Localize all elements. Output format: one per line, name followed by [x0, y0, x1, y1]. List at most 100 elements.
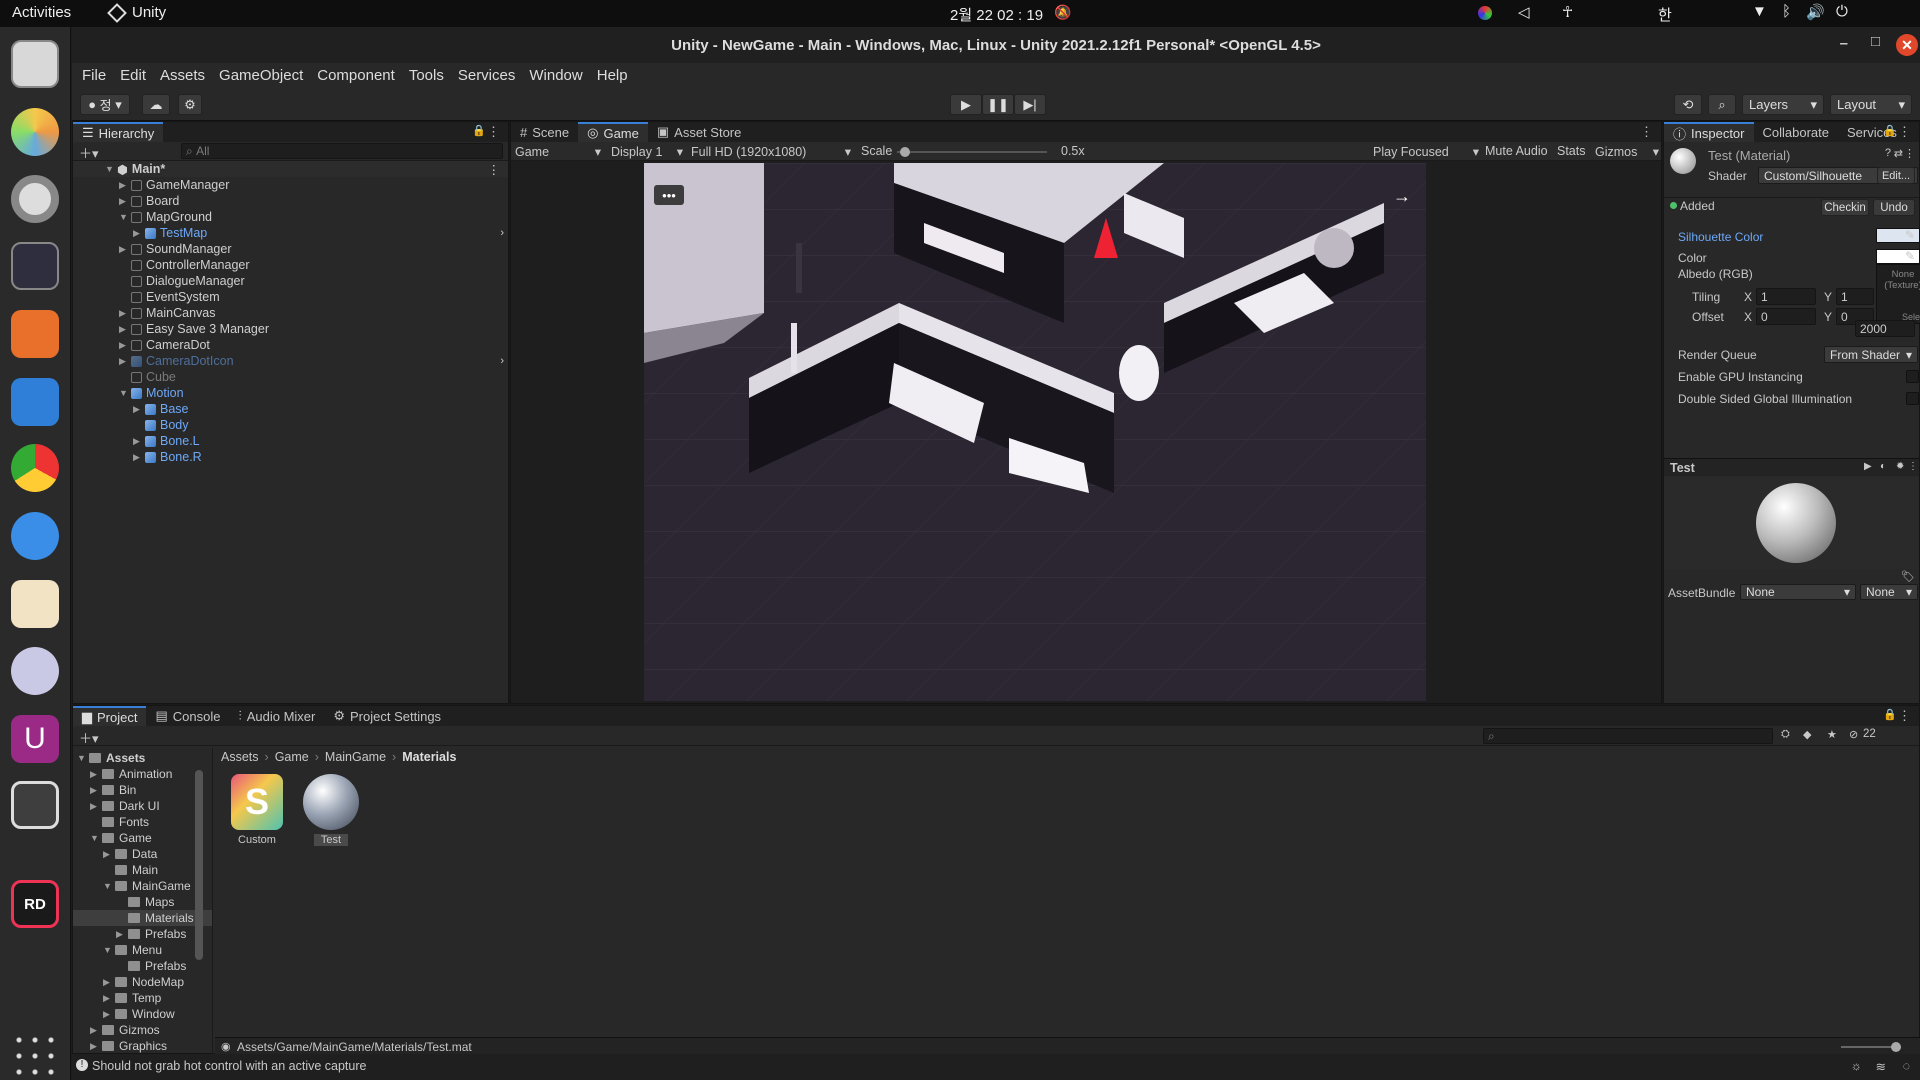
preset-icon[interactable]: ⇄ [1894, 147, 1903, 160]
breadcrumb-materials[interactable]: Materials [402, 750, 456, 764]
menu-tools[interactable]: Tools [409, 67, 444, 84]
tab-audio-mixer[interactable]: ⫶ Audio Mixer [229, 706, 324, 726]
expand-arrow-icon[interactable]: ▶ [119, 308, 131, 319]
folder-tree-item[interactable]: ▼ Game [73, 830, 212, 846]
hierarchy-item[interactable]: ▼ Motion [73, 385, 508, 401]
hierarchy-item[interactable]: EventSystem [73, 289, 508, 305]
hierarchy-item[interactable]: ControllerManager [73, 257, 508, 273]
hierarchy-item[interactable]: DialogueManager [73, 273, 508, 289]
expand-arrow-icon[interactable]: ▶ [133, 452, 145, 463]
menu-edit[interactable]: Edit [120, 67, 146, 84]
color-picker-tray-icon[interactable] [1478, 6, 1492, 20]
menu-window[interactable]: Window [529, 67, 582, 84]
material-preview[interactable] [1664, 477, 1919, 569]
expand-arrow-icon[interactable]: ▶ [103, 1009, 115, 1020]
hierarchy-item[interactable]: ▶ Bone.R [73, 449, 508, 465]
help-icon[interactable]: ? [1885, 147, 1891, 159]
open-prefab-arrow-icon[interactable]: › [500, 355, 504, 367]
edit-shader-button[interactable]: Edit... [1877, 167, 1915, 184]
settings-gear-icon[interactable] [11, 175, 59, 223]
expand-arrow-icon[interactable]: ▶ [90, 1025, 102, 1036]
folder-tree-item[interactable]: ▶ Prefabs [73, 926, 212, 942]
breadcrumb-game[interactable]: Game [275, 750, 309, 764]
folder-tree-item[interactable]: ▶ Dark UI [73, 798, 212, 814]
preview-play-icon[interactable]: ▶ [1864, 461, 1872, 472]
menu-services[interactable]: Services [458, 67, 516, 84]
layout-dropdown[interactable]: Layout ▾ [1830, 94, 1912, 115]
hierarchy-item[interactable]: Body [73, 417, 508, 433]
wifi-icon[interactable]: ▼ [1752, 3, 1767, 20]
albedo-texture-slot[interactable]: None (Texture) Select [1876, 264, 1920, 324]
expand-arrow-icon[interactable]: ▶ [119, 324, 131, 335]
expand-arrow-icon[interactable]: ▼ [105, 164, 117, 174]
folder-tree-item[interactable]: ▶ Graphics [73, 1038, 212, 1054]
maximize-icon[interactable]: □ [1871, 33, 1880, 50]
volume-icon[interactable]: 🔊 [1806, 3, 1825, 21]
offset-x-field[interactable]: 0 [1756, 308, 1816, 325]
file-manager-icon[interactable] [11, 378, 59, 426]
expand-arrow-icon[interactable]: ▶ [119, 244, 131, 255]
search-icon[interactable]: ⌕ [1708, 94, 1736, 115]
folder-tree-item[interactable]: ▶ NodeMap [73, 974, 212, 990]
double-sided-gi-checkbox[interactable] [1906, 392, 1919, 405]
folder-tree-item[interactable]: ▶ Window [73, 1006, 212, 1022]
folder-tree-item[interactable]: Main [73, 862, 212, 878]
cache-icon[interactable]: ≋ [1876, 1059, 1886, 1074]
tree-scrollbar[interactable] [195, 770, 203, 960]
folder-tree-item[interactable]: ▼ Assets [73, 750, 212, 766]
close-window-button[interactable]: ✕ [1896, 34, 1918, 56]
expand-arrow-icon[interactable]: ▼ [103, 945, 115, 955]
account-dropdown[interactable]: ● 정 ▾ [80, 94, 130, 115]
cloud-icon[interactable]: ☁ [142, 94, 170, 115]
panel-menu-icon[interactable]: ⋮ [1898, 708, 1911, 724]
drawing-app-icon[interactable] [11, 580, 59, 628]
panel-menu-icon[interactable]: ⋮ [1898, 124, 1911, 140]
panel-menu-icon[interactable]: ⋮ [487, 124, 500, 140]
expand-arrow-icon[interactable]: ▶ [90, 801, 102, 812]
menu-component[interactable]: Component [317, 67, 395, 84]
assetbundle-variant-dropdown[interactable]: None ▾ [1860, 584, 1918, 600]
lock-icon[interactable]: 🔒 [1883, 124, 1897, 137]
layers-dropdown[interactable]: Layers ▾ [1742, 94, 1824, 115]
component-menu-icon[interactable]: ⋮ [1904, 147, 1915, 160]
expand-arrow-icon[interactable]: ▼ [90, 833, 102, 843]
accessibility-icon[interactable]: ☥ [1562, 3, 1573, 21]
screenshot-app-icon[interactable] [11, 40, 59, 88]
eyedropper-icon[interactable]: ✎ [1905, 228, 1915, 242]
gizmos-dropdown[interactable]: Gizmos ▾ [1595, 143, 1659, 160]
hierarchy-search-input[interactable]: ⌕ All [181, 143, 503, 159]
uget-icon[interactable]: U [11, 715, 59, 763]
eyedropper-icon[interactable]: ✎ [1905, 249, 1915, 263]
expand-arrow-icon[interactable]: ▼ [103, 881, 115, 891]
hierarchy-item[interactable]: ▶ TestMap › [73, 225, 508, 241]
expand-arrow-icon[interactable]: ▶ [133, 436, 145, 447]
expand-arrow-icon[interactable]: ▶ [133, 404, 145, 415]
gpu-instancing-checkbox[interactable] [1906, 370, 1919, 383]
tab-asset-store[interactable]: ▣ Asset Store [648, 122, 751, 142]
tiling-x-field[interactable]: 1 [1756, 288, 1816, 305]
input-method-indicator[interactable]: 한 [1658, 4, 1672, 25]
folder-tree-item[interactable]: Maps [73, 894, 212, 910]
expand-arrow-icon[interactable]: ▼ [119, 212, 131, 222]
tab-inspector[interactable]: ⓘ Inspector [1664, 122, 1754, 142]
tab-scene[interactable]: # Scene [511, 122, 578, 142]
resolution-dropdown[interactable]: Full HD (1920x1080) ▾ [691, 143, 851, 160]
expand-arrow-icon[interactable]: ▶ [116, 929, 128, 940]
tag-icon[interactable]: 🏷 [1901, 570, 1915, 583]
folder-tree-item[interactable]: ▶ Gizmos [73, 1022, 212, 1038]
panel-menu-icon[interactable]: ⋮ [1640, 124, 1653, 140]
video-player-icon[interactable] [11, 310, 59, 358]
rider-icon[interactable]: RD [11, 880, 59, 928]
folder-tree-item[interactable]: Materials [73, 910, 212, 926]
render-queue-dropdown[interactable]: From Shader ▾ [1824, 346, 1918, 363]
hierarchy-item[interactable]: ▶ MainCanvas [73, 305, 508, 321]
minimize-icon[interactable]: – [1840, 35, 1848, 52]
history-icon[interactable]: ⟲ [1674, 94, 1702, 115]
folder-tree-item[interactable]: ▶ Temp [73, 990, 212, 1006]
folder-tree-item[interactable]: Fonts [73, 814, 212, 830]
expand-arrow-icon[interactable]: ▶ [119, 196, 131, 207]
color-app-icon[interactable] [11, 108, 59, 156]
undo-button[interactable]: Undo [1873, 199, 1915, 216]
progress-icon[interactable]: ◌ [1903, 1059, 1910, 1073]
power-icon[interactable]: ⏻ [1836, 3, 1848, 20]
